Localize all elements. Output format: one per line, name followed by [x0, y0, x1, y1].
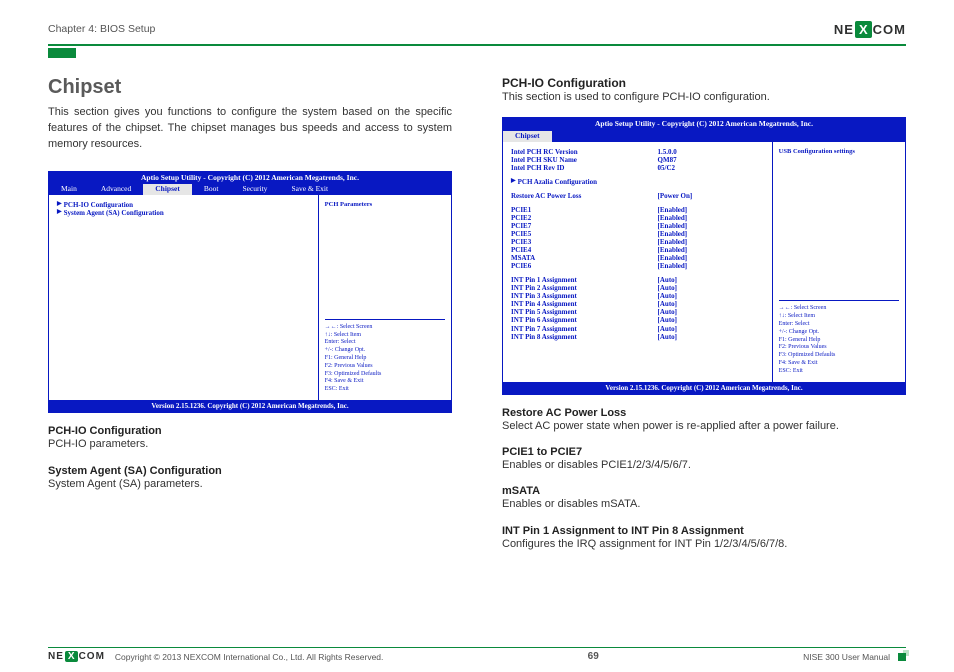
- header-rule: [48, 44, 906, 46]
- page-number: 69: [588, 651, 599, 662]
- bios-row[interactable]: PCIE4[Enabled]: [511, 246, 764, 254]
- item-desc: PCH-IO parameters.: [48, 437, 452, 452]
- bios-tab-chipset[interactable]: Chipset: [503, 131, 552, 142]
- nexcom-logo: NE X COM: [834, 20, 906, 38]
- bios-tab-boot[interactable]: Boot: [192, 184, 231, 195]
- page-footer: NE X COM Copyright © 2013 NEXCOM Interna…: [48, 647, 906, 663]
- bios-hint-line: ↑↓: Select Item: [779, 313, 899, 321]
- item-title: System Agent (SA) Configuration: [48, 465, 452, 477]
- bios-row[interactable]: PCIE7[Enabled]: [511, 222, 764, 230]
- bios-tab-save-exit[interactable]: Save & Exit: [279, 184, 340, 195]
- bios-row[interactable]: PCH Azalia Configuration: [511, 178, 764, 186]
- bios-hint-line: ESC: Exit: [325, 386, 445, 394]
- bios-hint-line: F4: Save & Exit: [325, 378, 445, 386]
- item-title: mSATA: [502, 485, 906, 497]
- bios-right-pane: USB Configuration settings →←: Select Sc…: [773, 142, 905, 382]
- bios-row[interactable]: System Agent (SA) Configuration: [57, 209, 310, 217]
- bios-footer: Version 2.15.1236. Copyright (C) 2012 Am…: [49, 400, 451, 412]
- bios-hint: USB Configuration settings: [779, 148, 899, 155]
- logo-com: COM: [873, 22, 906, 37]
- bios-row[interactable]: PCIE2[Enabled]: [511, 214, 764, 222]
- bios-tab-security[interactable]: Security: [230, 184, 279, 195]
- footer-corner-icon: [898, 653, 906, 661]
- chipset-intro: This section gives you functions to conf…: [48, 105, 452, 153]
- section-tab-mark: [48, 48, 76, 58]
- bios-row[interactable]: Intel PCH SKU NameQM87: [511, 156, 764, 164]
- bios-hint-line: F1: General Help: [779, 337, 899, 345]
- bios-hint-line: +/-: Change Opt.: [325, 347, 445, 355]
- bios-row[interactable]: PCH-IO Configuration: [57, 201, 310, 209]
- bios-screenshot-chipset: Aptio Setup Utility - Copyright (C) 2012…: [48, 171, 452, 413]
- logo-x: X: [855, 21, 872, 38]
- item-desc: Configures the IRQ assignment for INT Pi…: [502, 537, 906, 552]
- bios-key-hints: →←: Select Screen↑↓: Select ItemEnter: S…: [325, 319, 445, 394]
- pchio-intro: This section is used to configure PCH-IO…: [502, 90, 906, 105]
- bios-row[interactable]: INT Pin 3 Assignment[Auto]: [511, 292, 764, 300]
- chapter-label: Chapter 4: BIOS Setup: [48, 23, 155, 35]
- bios-row[interactable]: PCIE5[Enabled]: [511, 230, 764, 238]
- item-desc: System Agent (SA) parameters.: [48, 477, 452, 492]
- manual-name: NISE 300 User Manual: [803, 652, 890, 662]
- bios-row[interactable]: INT Pin 1 Assignment[Auto]: [511, 276, 764, 284]
- bios-hint-line: F1: General Help: [325, 355, 445, 363]
- bios-row[interactable]: Intel PCH Rev ID05/C2: [511, 164, 764, 172]
- nexcom-logo-footer: NE X COM: [48, 651, 105, 662]
- bios-hint-line: ↑↓: Select Item: [325, 332, 445, 340]
- bios-row[interactable]: INT Pin 6 Assignment[Auto]: [511, 316, 764, 324]
- bios-tab-main[interactable]: Main: [49, 184, 89, 195]
- bios-left-pane: PCH-IO ConfigurationSystem Agent (SA) Co…: [49, 195, 319, 400]
- bios-row[interactable]: Intel PCH RC Version1.5.0.0: [511, 148, 764, 156]
- bios-hint: PCH Parameters: [325, 201, 445, 208]
- right-column: PCH-IO Configuration This section is use…: [502, 76, 906, 552]
- bios-footer: Version 2.15.1236. Copyright (C) 2012 Am…: [503, 382, 905, 394]
- item-title: Restore AC Power Loss: [502, 407, 906, 419]
- bios-titlebar: Aptio Setup Utility - Copyright (C) 2012…: [49, 172, 451, 185]
- bios-menu: Chipset: [503, 131, 905, 142]
- bios-hint-line: →←: Select Screen: [325, 324, 445, 332]
- bios-row[interactable]: INT Pin 2 Assignment[Auto]: [511, 284, 764, 292]
- item-desc: Enables or disables PCIE1/2/3/4/5/6/7.: [502, 458, 906, 473]
- bios-tab-chipset[interactable]: Chipset: [143, 184, 192, 195]
- item-title: PCH-IO Configuration: [48, 425, 452, 437]
- bios-row[interactable]: Restore AC Power Loss[Power On]: [511, 192, 764, 200]
- bios-hint-line: Enter: Select: [779, 321, 899, 329]
- bios-row[interactable]: MSATA[Enabled]: [511, 254, 764, 262]
- section-title-chipset: Chipset: [48, 76, 452, 99]
- bios-menu: MainAdvancedChipsetBootSecuritySave & Ex…: [49, 184, 451, 195]
- footer-rule: [48, 647, 906, 649]
- bios-row[interactable]: INT Pin 5 Assignment[Auto]: [511, 308, 764, 316]
- bios-row[interactable]: PCIE6[Enabled]: [511, 262, 764, 270]
- bios-titlebar: Aptio Setup Utility - Copyright (C) 2012…: [503, 118, 905, 131]
- page-header: Chapter 4: BIOS Setup NE X COM: [48, 18, 906, 40]
- left-column: Chipset This section gives you functions…: [48, 76, 452, 552]
- bios-hint-line: F4: Save & Exit: [779, 360, 899, 368]
- bios-hint-line: →←: Select Screen: [779, 305, 899, 313]
- bios-hint-line: Enter: Select: [325, 339, 445, 347]
- bios-tab-advanced[interactable]: Advanced: [89, 184, 143, 195]
- bios-screenshot-pchio: Aptio Setup Utility - Copyright (C) 2012…: [502, 117, 906, 394]
- bios-hint-line: F3: Optimized Defaults: [325, 371, 445, 379]
- item-desc: Enables or disables mSATA.: [502, 497, 906, 512]
- bios-hint-line: F2: Previous Values: [325, 363, 445, 371]
- item-title: INT Pin 1 Assignment to INT Pin 8 Assign…: [502, 525, 906, 537]
- item-desc: Select AC power state when power is re-a…: [502, 419, 906, 434]
- bios-key-hints: →←: Select Screen↑↓: Select ItemEnter: S…: [779, 300, 899, 375]
- bios-row[interactable]: INT Pin 7 Assignment[Auto]: [511, 325, 764, 333]
- bios-hint-line: F3: Optimized Defaults: [779, 352, 899, 360]
- bios-hint-line: +/-: Change Opt.: [779, 329, 899, 337]
- bios-row[interactable]: INT Pin 4 Assignment[Auto]: [511, 300, 764, 308]
- bios-hint-line: ESC: Exit: [779, 368, 899, 376]
- bios-left-pane: Intel PCH RC Version1.5.0.0Intel PCH SKU…: [503, 142, 773, 382]
- copyright-text: Copyright © 2013 NEXCOM International Co…: [115, 652, 383, 662]
- section-title-pchio: PCH-IO Configuration: [502, 76, 906, 90]
- bios-row[interactable]: PCIE1[Enabled]: [511, 206, 764, 214]
- bios-row[interactable]: INT Pin 8 Assignment[Auto]: [511, 333, 764, 341]
- logo-ne: NE: [834, 22, 854, 37]
- bios-right-pane: PCH Parameters →←: Select Screen↑↓: Sele…: [319, 195, 451, 400]
- item-title: PCIE1 to PCIE7: [502, 446, 906, 458]
- bios-row[interactable]: PCIE3[Enabled]: [511, 238, 764, 246]
